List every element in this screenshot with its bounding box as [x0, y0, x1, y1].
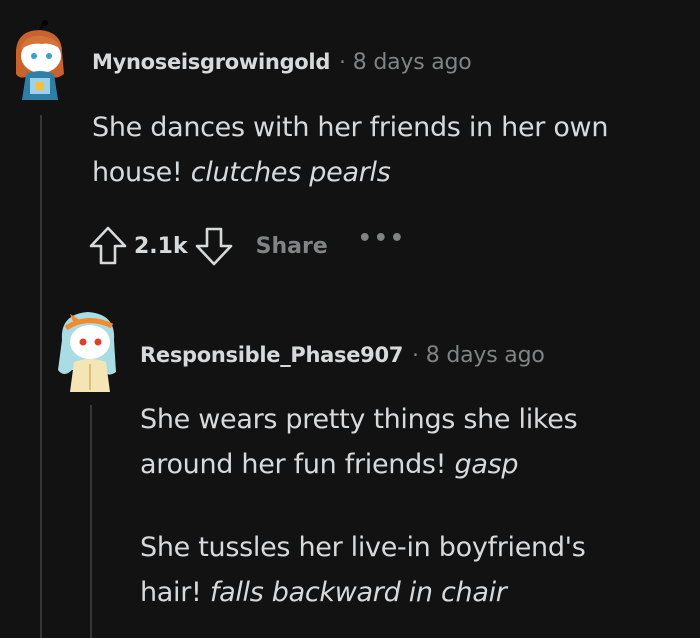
- plain-text: around her fun friends!: [140, 449, 455, 480]
- snoo-avatar-icon: [58, 312, 116, 392]
- comment-body: She tussles her live-in boyfriend's hair…: [140, 525, 586, 615]
- snoo-avatar-icon: [16, 20, 64, 100]
- upvote-arrow-icon[interactable]: [88, 224, 128, 268]
- separator-dot: ·: [412, 343, 419, 367]
- share-button[interactable]: Share: [256, 234, 328, 259]
- plain-text: hair!: [140, 577, 210, 608]
- comment-actions: 2.1k Share •••: [88, 224, 406, 268]
- italic-text: falls backward in chair: [209, 577, 507, 608]
- comment-body: She wears pretty things she likes around…: [140, 397, 578, 487]
- comment-line: She tussles her live-in boyfriend's: [140, 532, 586, 563]
- username[interactable]: Mynoseisgrowingold: [92, 50, 330, 74]
- thread-line-2[interactable]: [90, 405, 92, 638]
- comment-line: hair! falls backward in chair: [140, 570, 586, 615]
- italic-text: clutches pearls: [190, 157, 391, 188]
- user-avatar[interactable]: [52, 300, 122, 392]
- thread-line-1[interactable]: [40, 115, 42, 638]
- timestamp[interactable]: 8 days ago: [353, 50, 472, 75]
- user-avatar[interactable]: [8, 20, 72, 100]
- downvote-arrow-icon[interactable]: [194, 224, 234, 268]
- comment-line: around her fun friends! gasp: [140, 442, 577, 487]
- username[interactable]: Responsible_Phase907: [140, 343, 403, 367]
- vote-score: 2.1k: [134, 233, 188, 259]
- comment-header: Responsible_Phase907 · 8 days ago: [140, 343, 545, 368]
- comment-line: She dances with her friends in her own: [92, 112, 609, 143]
- separator-dot: ·: [339, 50, 346, 74]
- comment-line: She wears pretty things she likes: [140, 404, 578, 435]
- more-options-button[interactable]: •••: [358, 226, 406, 251]
- plain-text: house!: [92, 157, 191, 188]
- italic-text: gasp: [454, 449, 519, 480]
- comment-header: Mynoseisgrowingold · 8 days ago: [92, 50, 472, 75]
- comment-body: She dances with her friends in her own h…: [92, 105, 608, 195]
- timestamp[interactable]: 8 days ago: [426, 343, 545, 368]
- comment-line: house! clutches pearls: [92, 150, 608, 195]
